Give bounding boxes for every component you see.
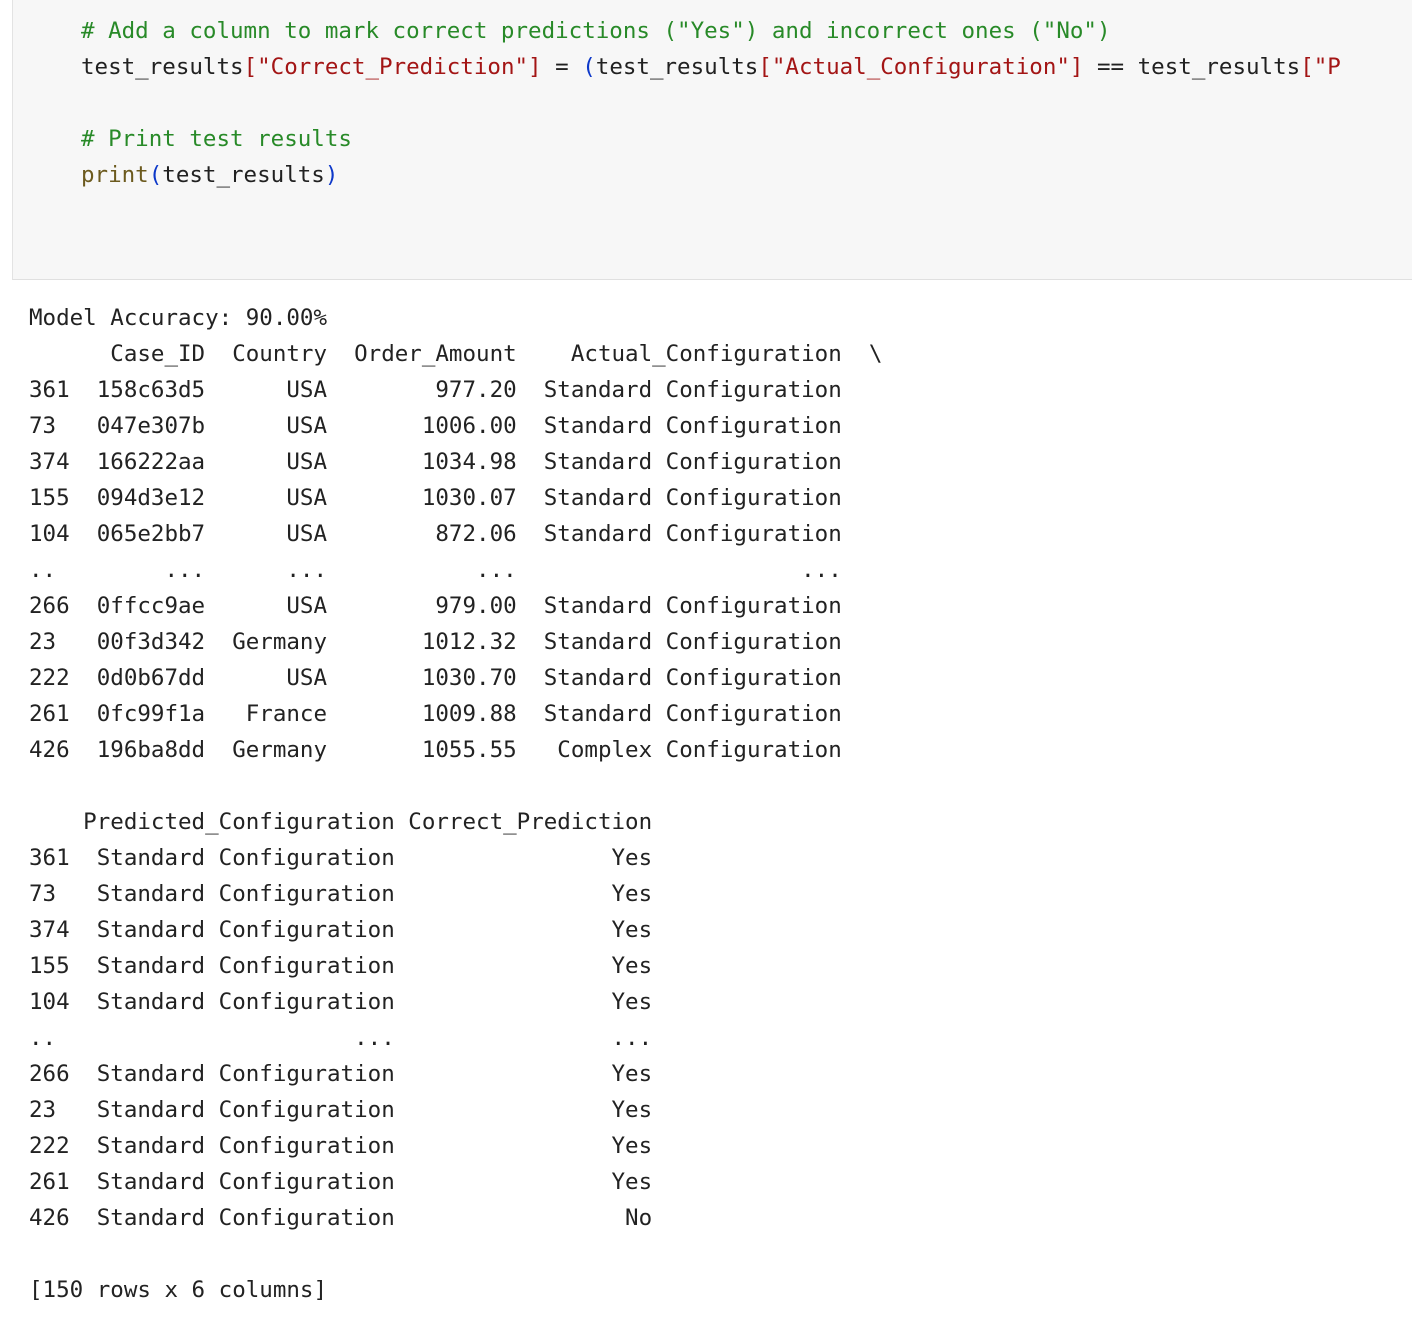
table-row: 361 158c63d5 USA 977.20 Standard Configu… [29, 377, 842, 403]
code-paren: ( [148, 162, 163, 188]
table1-header: Case_ID Country Order_Amount Actual_Conf… [29, 341, 883, 367]
code-bracket: ] [528, 54, 542, 80]
code-editor[interactable]: # Add a column to mark correct predictio… [81, 13, 1341, 193]
code-comment-add-column: # Add a column to mark correct predictio… [81, 18, 1111, 44]
table-row: 23 00f3d342 Germany 1012.32 Standard Con… [29, 629, 842, 655]
code-var: test_results [162, 162, 325, 188]
table-row: 104 065e2bb7 USA 872.06 Standard Configu… [29, 521, 842, 547]
code-operator: == [1083, 54, 1138, 80]
code-bracket: [ [1300, 54, 1314, 80]
table-row-ellipsis: .. ... ... [29, 1025, 653, 1051]
cell-output: Model Accuracy: 90.00% Case_ID Country O… [29, 300, 882, 1308]
code-bracket: ] [1069, 54, 1084, 80]
code-comment-print: # Print test results [81, 126, 352, 152]
output-summary: [150 rows x 6 columns] [29, 1277, 328, 1303]
table-row-ellipsis: .. ... ... ... ... [29, 557, 842, 583]
table-row: 266 Standard Configuration Yes [29, 1061, 653, 1087]
table-row: 261 Standard Configuration Yes [29, 1169, 653, 1195]
code-cell[interactable]: # Add a column to mark correct predictio… [12, 0, 1412, 280]
table-row: 73 047e307b USA 1006.00 Standard Configu… [29, 413, 842, 439]
table-row: 222 Standard Configuration Yes [29, 1133, 653, 1159]
table-row: 261 0fc99f1a France 1009.88 Standard Con… [29, 701, 842, 727]
code-line-assign-correct-prediction: test_results["Correct_Prediction"] = (te… [81, 49, 1341, 85]
table-row: 155 Standard Configuration Yes [29, 953, 653, 979]
table-row: 155 094d3e12 USA 1030.07 Standard Config… [29, 485, 842, 511]
table-row: 361 Standard Configuration Yes [29, 845, 653, 871]
table-row: 104 Standard Configuration Yes [29, 989, 653, 1015]
table2-header: Predicted_Configuration Correct_Predicti… [29, 809, 653, 835]
code-var: test_results [595, 54, 759, 80]
code-bracket: [ [243, 54, 258, 80]
table-row: 222 0d0b67dd USA 1030.70 Standard Config… [29, 665, 842, 691]
code-var: test_results [1137, 54, 1301, 80]
code-paren: ) [324, 162, 339, 188]
table-row: 73 Standard Configuration Yes [29, 881, 653, 907]
code-string-key-truncated: "P [1313, 54, 1341, 80]
table-row: 374 Standard Configuration Yes [29, 917, 653, 943]
code-operator: = [541, 54, 583, 80]
code-function-name: print [81, 162, 149, 188]
code-var: test_results [81, 54, 244, 80]
table-row: 23 Standard Configuration Yes [29, 1097, 653, 1123]
code-paren: ( [582, 54, 596, 80]
table-row: 426 196ba8dd Germany 1055.55 Complex Con… [29, 737, 842, 763]
code-line-print: print(test_results) [81, 157, 1341, 193]
table-row: 374 166222aa USA 1034.98 Standard Config… [29, 449, 842, 475]
code-bracket: [ [758, 54, 772, 80]
output-blank-line [29, 1236, 882, 1272]
output-accuracy-line: Model Accuracy: 90.00% [29, 305, 328, 331]
table-row: 266 0ffcc9ae USA 979.00 Standard Configu… [29, 593, 842, 619]
output-blank-line [29, 768, 882, 804]
code-string-key: "Correct_Prediction" [257, 54, 529, 80]
code-string-key: "Actual_Configuration" [771, 54, 1070, 80]
table-row: 426 Standard Configuration No [29, 1205, 653, 1231]
